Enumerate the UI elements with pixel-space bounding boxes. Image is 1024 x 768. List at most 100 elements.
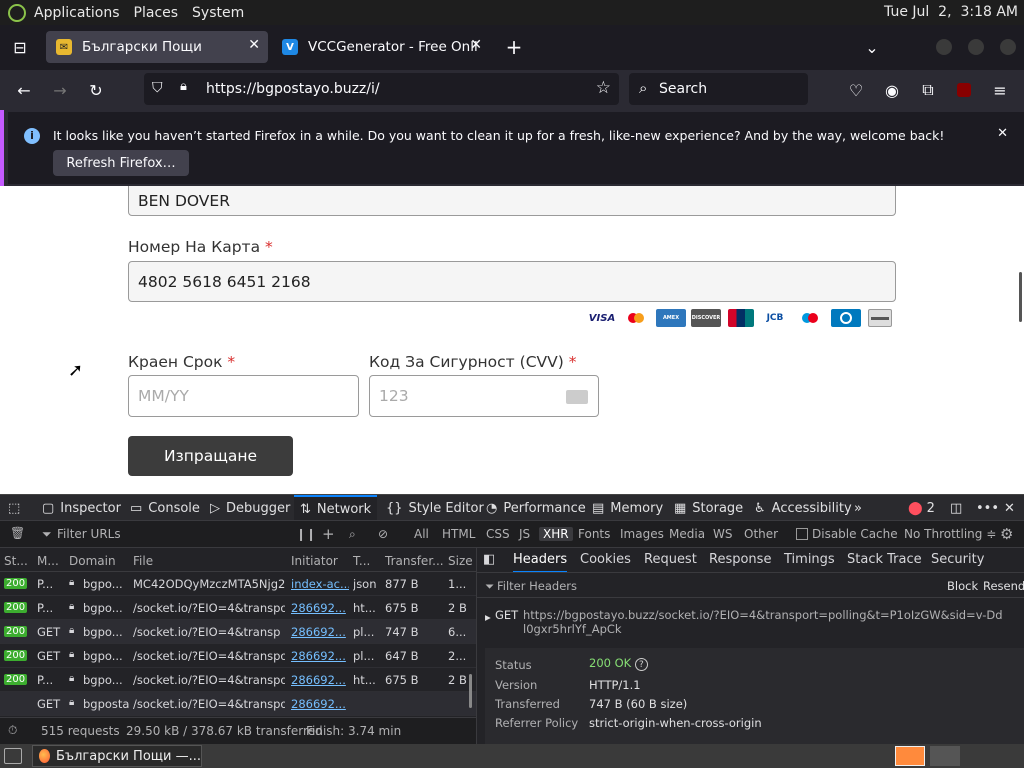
col-initiator[interactable]: Initiator [291, 554, 338, 568]
close-notification-icon[interactable]: ✕ [997, 126, 1008, 141]
filter-urls-input[interactable]: Filter URLs [57, 527, 121, 541]
devtools-menu-icon[interactable]: ••• [976, 495, 999, 521]
network-request-row[interactable]: 200 GET 🔒︎ bgpo... /socket.io/?EIO=4&transp 2… [0, 620, 476, 644]
toggle-sidebar-icon[interactable]: ◧ [483, 552, 495, 567]
url-bar[interactable]: ⛉ 🔒︎ https://bgpostayo.buzz/i/ ☆ [144, 73, 619, 105]
close-tab-icon[interactable]: ✕ [248, 37, 260, 53]
tab-performance[interactable]: ◔ Performance [486, 495, 586, 521]
network-request-row[interactable]: 200 P... 🔒︎bgpo... MC42ODQyMzczMTA5Njg2OD in… [0, 572, 476, 596]
clear-requests-icon[interactable]: 🗑︎ [10, 526, 25, 540]
error-count-badge[interactable]: ⬤ 2 [908, 495, 935, 521]
clock[interactable]: Tue Jul 2, 3:18 AM [884, 4, 1018, 20]
expiry-input[interactable]: MM/YY [128, 375, 359, 417]
tab-response[interactable]: Response [709, 552, 771, 567]
show-desktop-icon[interactable] [4, 748, 22, 764]
back-icon[interactable]: ← [12, 78, 36, 102]
tab-inspector[interactable]: ▢ Inspector [42, 495, 121, 521]
tab-timings[interactable]: Timings [784, 552, 835, 567]
filter-images[interactable]: Images [620, 527, 664, 541]
tab-request[interactable]: Request [644, 552, 697, 567]
network-settings-gear-icon[interactable]: ⚙ [1000, 525, 1013, 543]
network-request-row[interactable]: GET 🔒︎bgposta... /socket.io/?EIO=4&transpo… [0, 692, 476, 716]
resend-button[interactable]: Resend [983, 579, 1024, 593]
cvv-input[interactable]: 123 [369, 375, 599, 417]
more-tools-chevron-icon[interactable]: » [854, 495, 862, 521]
close-tab-icon[interactable]: ✕ [470, 37, 482, 53]
submit-button[interactable]: Изпращане [128, 436, 293, 476]
ublock-icon[interactable] [952, 78, 976, 102]
menu-applications[interactable]: Applications [34, 5, 120, 21]
col-status[interactable]: St... [4, 554, 28, 568]
tab-memory[interactable]: ▤ Memory [592, 495, 663, 521]
page-scrollbar[interactable] [1019, 272, 1022, 322]
menu-hamburger-icon[interactable]: ≡ [988, 78, 1012, 102]
col-file[interactable]: File [133, 554, 153, 568]
expand-request-icon[interactable]: ▸ [485, 610, 491, 624]
filter-all[interactable]: All [414, 527, 429, 541]
filter-headers-input[interactable]: Filter Headers [497, 579, 577, 593]
close-devtools-icon[interactable]: ✕ [1004, 495, 1015, 521]
filter-html[interactable]: HTML [442, 527, 475, 541]
filter-xhr[interactable]: XHR [539, 527, 573, 541]
tab-stack-trace[interactable]: Stack Trace [847, 552, 922, 567]
tab-storage[interactable]: ▦ Storage [674, 495, 743, 521]
tab-security[interactable]: Security [931, 552, 984, 567]
col-domain[interactable]: Domain [69, 554, 116, 568]
filter-other[interactable]: Other [744, 527, 778, 541]
extensions-icon[interactable]: ⧉ [916, 78, 940, 102]
network-request-row[interactable]: 200 P... 🔒︎ bgpo... /socket.io/?EIO=4&transp… [0, 668, 476, 692]
throttling-select[interactable]: No Throttling ≑ [904, 527, 996, 541]
network-list-scrollbar[interactable] [469, 674, 472, 708]
menu-system[interactable]: System [192, 5, 244, 21]
filter-fonts[interactable]: Fonts [578, 527, 610, 541]
workspace-2[interactable] [930, 746, 960, 766]
maximize-window-icon[interactable] [968, 39, 984, 55]
gnome-logo-icon[interactable] [8, 3, 26, 22]
tab-headers[interactable]: Headers [513, 552, 568, 573]
taskbar-window-firefox[interactable]: Български Пощи —... [32, 745, 202, 767]
filter-media[interactable]: Media [669, 527, 705, 541]
tab-network[interactable]: ⇅ Network [294, 495, 378, 521]
col-transferred[interactable]: Transfer... [385, 554, 444, 568]
search-bar[interactable]: ⌕ Search [629, 73, 808, 105]
shield-icon[interactable]: ⛉ [152, 80, 163, 96]
col-type[interactable]: T... [353, 554, 370, 568]
pick-element-icon[interactable]: ⬚ [8, 495, 20, 521]
minimize-window-icon[interactable] [936, 39, 952, 55]
url-text[interactable]: https://bgpostayo.buzz/i/ [206, 81, 380, 97]
forward-icon[interactable]: → [48, 78, 72, 102]
request-url[interactable]: https://bgpostayo.buzz/socket.io/?EIO=4&… [523, 608, 1003, 636]
bookmark-star-icon[interactable]: ☆ [596, 78, 611, 98]
card-number-input[interactable]: 4802 5618 6451 2168 [128, 261, 896, 302]
filter-ws[interactable]: WS [713, 527, 732, 541]
reload-icon[interactable]: ↻ [84, 78, 108, 102]
pocket-icon[interactable]: ♡ [844, 78, 868, 102]
menu-places[interactable]: Places [134, 5, 179, 21]
block-requests-icon[interactable]: ⊘ [378, 527, 388, 541]
refresh-firefox-button[interactable]: Refresh Firefox… [53, 150, 189, 176]
filter-css[interactable]: CSS [486, 527, 510, 541]
list-all-tabs-icon[interactable]: ⌄ [860, 35, 884, 59]
disable-cache-checkbox[interactable]: Disable Cache [796, 527, 898, 541]
lock-icon[interactable]: 🔒︎ [180, 79, 187, 94]
tab-cookies[interactable]: Cookies [580, 552, 631, 567]
dock-side-icon[interactable]: ◫ [950, 495, 962, 521]
tab-style-editor[interactable]: {} Style Editor [386, 495, 484, 521]
workspace-switcher[interactable] [895, 746, 925, 766]
account-icon[interactable]: ◉ [880, 78, 904, 102]
tab-overview-icon[interactable]: ⊟ [8, 35, 32, 59]
tab-accessibility[interactable]: ♿︎ Accessibility [754, 495, 852, 521]
cardholder-name-input[interactable]: BEN DOVER [128, 186, 896, 216]
close-window-icon[interactable] [1000, 39, 1016, 55]
add-request-icon[interactable]: + [322, 525, 335, 543]
search-requests-icon[interactable]: ⌕ [349, 527, 356, 542]
block-button[interactable]: Block [947, 579, 978, 593]
tab-vccgenerator[interactable]: V VCCGenerator - Free Online ✕ [272, 31, 492, 63]
network-request-row[interactable]: 200 GET 🔒︎ bgpo... /socket.io/?EIO=4&transpo… [0, 644, 476, 668]
performance-analysis-icon[interactable]: ⏱ [8, 723, 17, 738]
pause-icon[interactable]: ❙❙ [296, 527, 316, 541]
tab-bulgarian-post[interactable]: ✉ Български Пощи ✕ [46, 31, 268, 63]
network-request-row[interactable]: 200 P... 🔒︎ bgpo... /socket.io/?EIO=4&transp… [0, 596, 476, 620]
filter-js[interactable]: JS [519, 527, 530, 541]
help-icon[interactable]: ? [634, 658, 648, 671]
